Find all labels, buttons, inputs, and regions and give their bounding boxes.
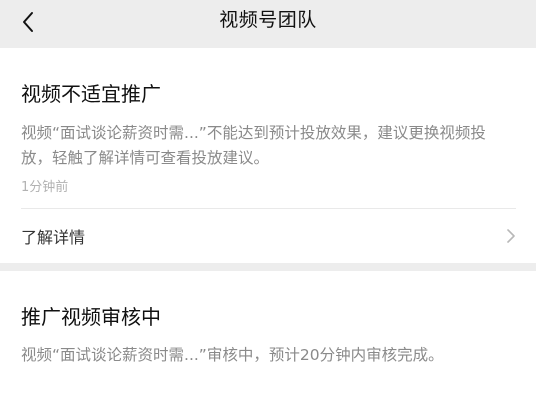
message-timestamp: 1分钟前 xyxy=(21,180,69,195)
message-body: 视频“面试谈论薪资时需...”不能达到预计投放效果，建议更换视频投放，轻触了解详… xyxy=(21,124,486,167)
message-title: 视频不适宜推广 xyxy=(21,82,161,106)
navigation-bar: 视频号团队 xyxy=(0,0,536,44)
message-card: 推广视频审核中 视频“面试谈论薪资时需...”审核中，预计20分钟内审核完成。 xyxy=(0,271,536,400)
message-card: 视频不适宜推广 视频“面试谈论薪资时需...”不能达到预计投放效果，建议更换视频… xyxy=(0,48,536,263)
chevron-right-icon xyxy=(507,229,515,243)
message-body: 视频“面试谈论薪资时需...”审核中，预计20分钟内审核完成。 xyxy=(21,346,444,364)
page-title: 视频号团队 xyxy=(219,9,317,31)
message-title: 推广视频审核中 xyxy=(21,305,161,329)
view-details-link[interactable]: 了解详情 xyxy=(0,209,536,263)
view-details-label: 了解详情 xyxy=(21,228,86,247)
